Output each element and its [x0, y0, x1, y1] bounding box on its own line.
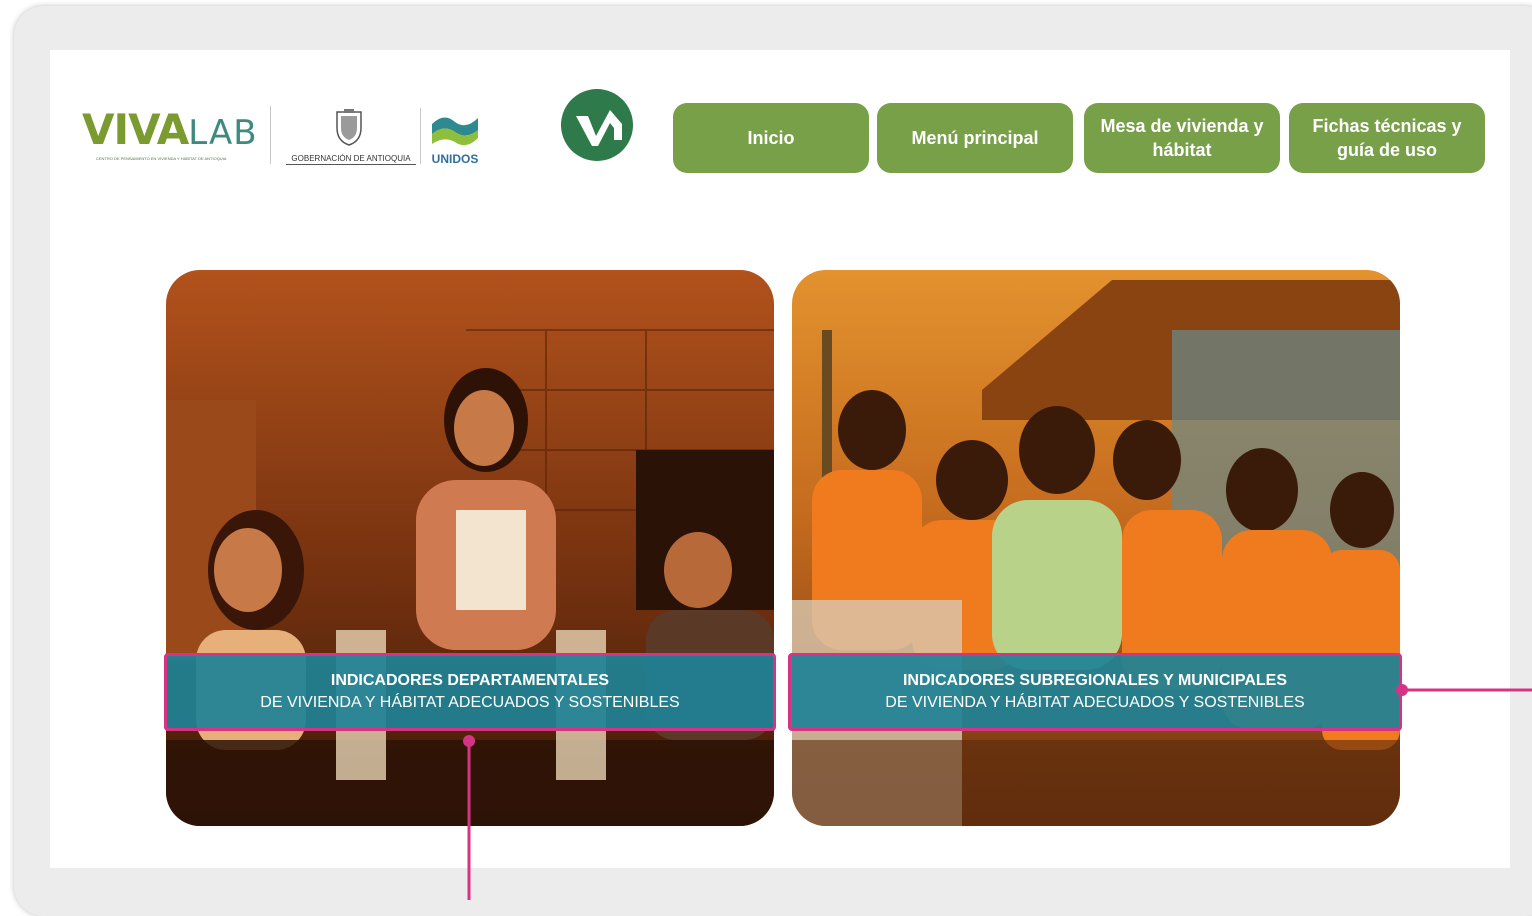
children-photo — [792, 270, 1400, 826]
logo-divider-2 — [420, 108, 421, 164]
nav-mesa-vivienda-button[interactable]: Mesa de vivienda y hábitat — [1084, 103, 1280, 173]
viva-logo-lab: LAB — [188, 113, 258, 153]
coat-of-arms-icon — [336, 109, 362, 146]
banner-subregionales[interactable]: INDICADORES SUBREGIONALES Y MUNICIPALES … — [788, 653, 1402, 731]
nav-inicio-button[interactable]: Inicio — [673, 103, 869, 173]
banner-departamentales-subtitle: DE VIVIENDA Y HÁBITAT ADECUADOS Y SOSTEN… — [260, 694, 680, 711]
nav-menu-principal-button[interactable]: Menú principal — [877, 103, 1073, 173]
card-subregionales[interactable] — [792, 270, 1400, 826]
card-departamentales[interactable] — [166, 270, 774, 826]
unidos-logo: UNIDOS — [428, 108, 482, 166]
banner-departamentales-title: INDICADORES DEPARTAMENTALES — [330, 672, 610, 689]
unidos-text: UNIDOS — [431, 152, 479, 166]
viva-house-icon[interactable] — [560, 88, 634, 162]
nav-fichas-tecnicas-button[interactable]: Fichas técnicas y guía de uso — [1289, 103, 1485, 173]
banner-departamentales[interactable]: INDICADORES DEPARTAMENTALES DE VIVIENDA … — [164, 653, 776, 731]
unidos-hills-icon — [432, 117, 478, 146]
gobernacion-logo: GOBERNACIÓN DE ANTIOQUIA — [286, 108, 416, 166]
banner-subregionales-title: INDICADORES SUBREGIONALES Y MUNICIPALES — [902, 672, 1288, 689]
gobernacion-text: GOBERNACIÓN DE ANTIOQUIA — [286, 154, 416, 165]
viva-logo-word: VIVA — [82, 105, 189, 154]
logo-divider — [270, 106, 271, 164]
vivalab-logo: VIVALAB CENTRO DE PENSAMIENTO EN VIVIEND… — [82, 106, 258, 166]
viva-logo-tagline: CENTRO DE PENSAMIENTO EN VIVIENDA Y HÁBI… — [96, 156, 227, 161]
family-photo — [166, 270, 774, 826]
banner-subregionales-subtitle: DE VIVIENDA Y HÁBITAT ADECUADOS Y SOSTEN… — [885, 694, 1305, 711]
